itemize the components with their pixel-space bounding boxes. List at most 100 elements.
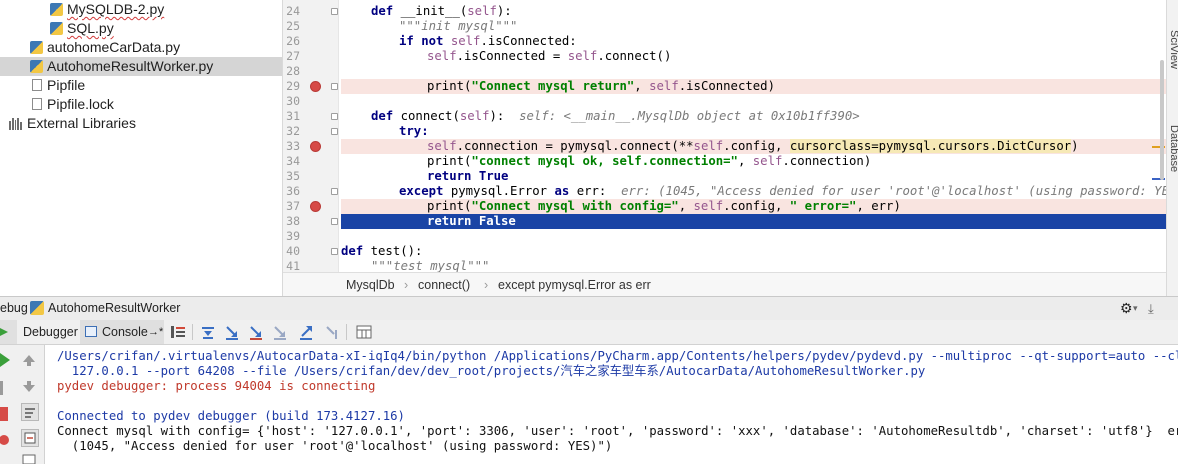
- run-config-name[interactable]: AutohomeResultWorker: [48, 297, 180, 320]
- tree-item-label: Pipfile.lock: [47, 96, 114, 112]
- console-line: pydev debugger: process 94004 is connect…: [57, 379, 376, 393]
- file-icon: [32, 79, 42, 91]
- line-number: 31: [286, 109, 300, 123]
- line-number: 34: [286, 154, 300, 168]
- console-line: Connected to pydev debugger (build 173.4…: [57, 409, 405, 423]
- code-line-31[interactable]: def connect(self): self: <__main__.Mysql…: [341, 109, 1166, 124]
- code-line-35[interactable]: return True: [341, 169, 1166, 184]
- code-token: "Connect mysql return": [471, 79, 635, 93]
- code-line-36[interactable]: except pymysql.Error as err: err: (1045,…: [341, 184, 1166, 199]
- resume-icon[interactable]: [0, 353, 12, 367]
- tree-item-sql[interactable]: SQL.py: [0, 19, 282, 38]
- line-number: 35: [286, 169, 300, 183]
- database-tab[interactable]: Database: [1168, 125, 1178, 172]
- code-token: self: [427, 49, 457, 63]
- tree-item-external-libraries[interactable]: External Libraries: [0, 114, 282, 133]
- file-icon: [32, 98, 42, 110]
- breakpoint-icon[interactable]: [310, 201, 321, 212]
- gear-icon[interactable]: ⚙: [1120, 297, 1133, 320]
- fold-icon[interactable]: [331, 83, 338, 90]
- console-line: 127.0.0.1 --port 64208 --file /Users/cri…: [57, 364, 926, 378]
- arrow-down-icon[interactable]: [22, 379, 36, 393]
- editor-scrollbar[interactable]: [1160, 60, 1164, 180]
- python-file-icon: [30, 60, 43, 73]
- code-token: ): [1071, 139, 1079, 153]
- code-editor[interactable]: 24 25 26 27 28 29 30 31 32 33 34 35 36 3…: [283, 0, 1166, 272]
- console-line: (1045, "Access denied for user 'root'@'l…: [57, 439, 613, 453]
- step-out-icon[interactable]: [298, 324, 314, 340]
- code-token: return: [427, 169, 479, 183]
- clear-console-icon[interactable]: [22, 453, 38, 464]
- fold-icon[interactable]: [331, 113, 338, 120]
- step-into-my-code-icon[interactable]: [248, 324, 264, 340]
- step-into-icon[interactable]: [224, 324, 240, 340]
- console-output[interactable]: /Users/crifan/.virtualenvs/AutocarData-x…: [45, 345, 1178, 464]
- tree-item-pipfile-lock[interactable]: Pipfile.lock: [0, 95, 282, 114]
- inline-debug-value: err: (1045, "Access denied for user 'roo…: [621, 184, 1166, 198]
- code-token: ,: [737, 154, 753, 168]
- code-token: "connect mysql ok, self.connection=": [471, 154, 738, 168]
- code-token: """init mysql""": [399, 19, 518, 33]
- line-number: 28: [286, 64, 300, 78]
- code-line-32[interactable]: try:: [341, 124, 1166, 139]
- fold-icon[interactable]: [331, 248, 338, 255]
- code-token: self: [693, 139, 724, 153]
- code-line-29[interactable]: print("Connect mysql return", self.isCon…: [341, 79, 1166, 94]
- error-stripe-marker[interactable]: [1152, 220, 1165, 222]
- line-number: 24: [286, 4, 300, 18]
- code-line-41[interactable]: """test mysql""": [341, 259, 1166, 272]
- show-execution-point-icon[interactable]: [170, 324, 186, 340]
- code-line-40[interactable]: def test():: [341, 244, 1166, 259]
- debug-toolbar: Debugger Console →*: [0, 320, 1178, 345]
- run-to-cursor-icon[interactable]: [324, 324, 340, 340]
- step-over-icon[interactable]: [200, 324, 216, 340]
- code-line-25[interactable]: """init mysql""": [341, 19, 1166, 34]
- code-line-33[interactable]: self.connection = pymysql.connect(**self…: [341, 139, 1166, 154]
- breadcrumb-item[interactable]: MysqlDb: [346, 273, 395, 297]
- tab-console[interactable]: Console →*: [80, 320, 164, 344]
- code-line-24[interactable]: def __init__(self):: [341, 4, 1166, 19]
- code-line-38-current[interactable]: return False: [341, 214, 1166, 229]
- code-line-26[interactable]: if not self.isConnected:: [341, 34, 1166, 49]
- tree-item-autohomecardata[interactable]: autohomeCarData.py: [0, 38, 282, 57]
- minimize-icon[interactable]: ⤓: [1148, 297, 1154, 320]
- fold-icon[interactable]: [331, 218, 338, 225]
- force-step-into-icon[interactable]: [272, 324, 288, 340]
- code-token: print(: [427, 79, 472, 93]
- pause-icon[interactable]: [0, 381, 12, 395]
- arrow-up-icon[interactable]: [22, 353, 36, 367]
- view-breakpoints-icon[interactable]: [0, 433, 12, 447]
- print-icon[interactable]: [21, 429, 39, 447]
- code-line-34[interactable]: print("connect mysql ok, self.connection…: [341, 154, 1166, 169]
- rerun-icon: [0, 328, 8, 336]
- tree-item-mysqldb-2[interactable]: MySQLDB-2.py: [0, 0, 282, 19]
- code-token: , err): [856, 199, 901, 213]
- fold-icon[interactable]: [331, 8, 338, 15]
- code-token: self: [450, 34, 481, 48]
- chevron-down-icon[interactable]: ▾: [1133, 297, 1138, 320]
- code-line-37[interactable]: print("Connect mysql with config=", self…: [341, 199, 1166, 214]
- tree-item-pipfile[interactable]: Pipfile: [0, 76, 282, 95]
- soft-wrap-icon[interactable]: [21, 403, 39, 421]
- breakpoint-icon[interactable]: [310, 81, 321, 92]
- sciview-tab[interactable]: SciView: [1168, 30, 1178, 69]
- code-token: except: [399, 184, 451, 198]
- code-token: .isConnected): [678, 79, 775, 93]
- tree-item-autohomeresultworker[interactable]: AutohomeResultWorker.py: [0, 57, 282, 76]
- rerun-button[interactable]: [0, 320, 17, 344]
- stop-icon[interactable]: [0, 407, 12, 421]
- code-token: ):: [489, 109, 520, 123]
- debug-panel-header: ebug AutohomeResultWorker ⚙ ▾ ⤓: [0, 296, 1178, 321]
- breadcrumb-item[interactable]: except pymysql.Error as err: [498, 273, 651, 297]
- line-number: 39: [286, 229, 300, 243]
- evaluate-expression-icon[interactable]: [356, 324, 372, 340]
- fold-icon[interactable]: [331, 188, 338, 195]
- tab-suffix: →*: [148, 326, 164, 338]
- tab-debugger[interactable]: Debugger: [18, 320, 81, 344]
- code-line-27[interactable]: self.isConnected = self.connect(): [341, 49, 1166, 64]
- breadcrumb-item[interactable]: connect(): [418, 273, 470, 297]
- code-token: .connection): [782, 154, 872, 168]
- breakpoint-icon[interactable]: [310, 141, 321, 152]
- fold-icon[interactable]: [331, 128, 338, 135]
- chevron-right-icon: ›: [484, 278, 489, 292]
